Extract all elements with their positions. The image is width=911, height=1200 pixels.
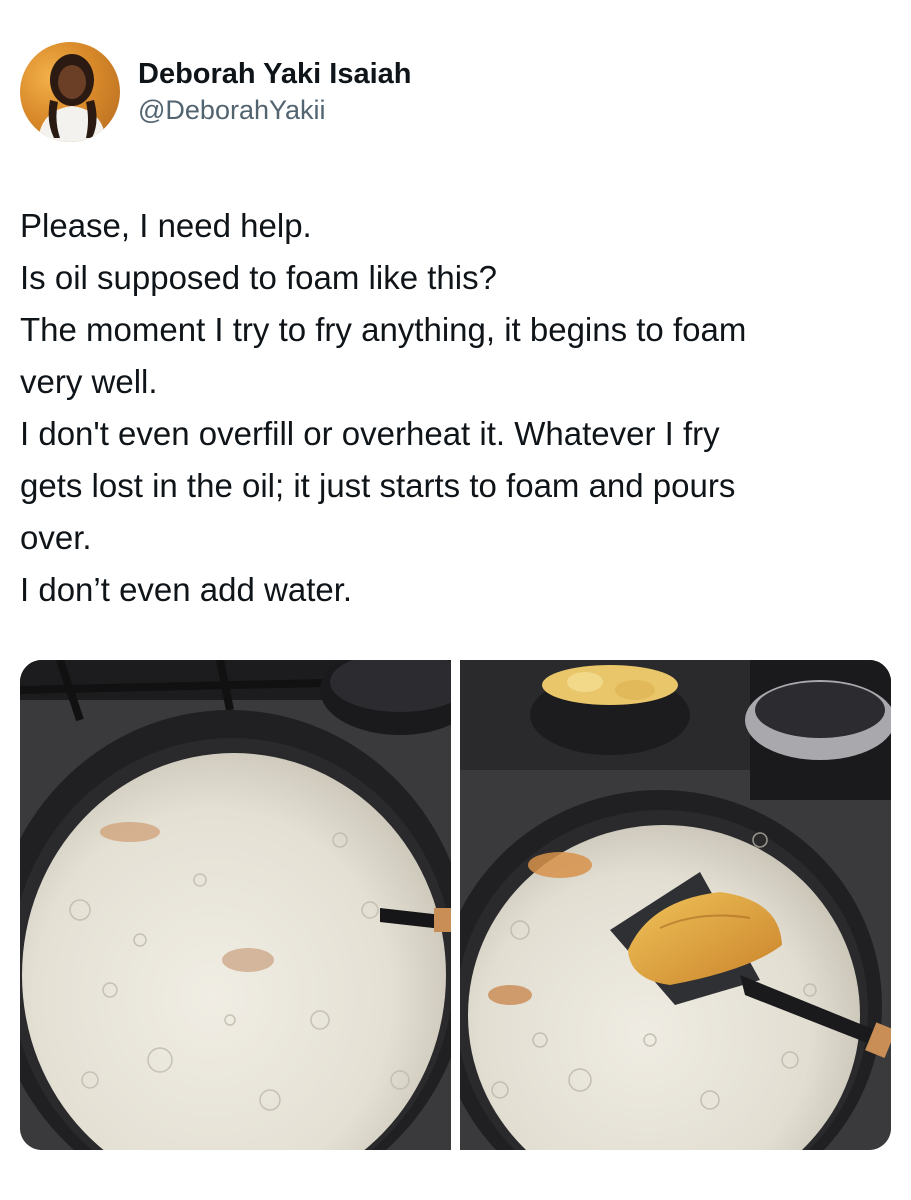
tweet-text-line: I don’t even add water.	[20, 571, 353, 608]
photo-foaming-pan-2[interactable]	[460, 660, 891, 1150]
tweet-text-line: Is oil supposed to foam like this?	[20, 259, 497, 296]
tweet-header: Deborah Yaki Isaiah @DeborahYakii	[20, 42, 412, 142]
tweet-text-line: I don't even overfill or overheat it. Wh…	[20, 415, 720, 452]
tweet-text-line: Please, I need help.	[20, 207, 312, 244]
tweet-text-line: The moment I try to fry anything, it beg…	[20, 311, 747, 348]
tweet-text-line: over.	[20, 519, 92, 556]
tweet-card: Deborah Yaki Isaiah @DeborahYakii Please…	[0, 0, 911, 1200]
tweet-text-line: gets lost in the oil; it just starts to …	[20, 467, 736, 504]
avatar[interactable]	[20, 42, 120, 142]
author-names: Deborah Yaki Isaiah @DeborahYakii	[138, 56, 412, 128]
display-name[interactable]: Deborah Yaki Isaiah	[138, 56, 412, 92]
user-handle[interactable]: @DeborahYakii	[138, 92, 412, 128]
media-grid	[20, 660, 891, 1150]
tweet-text: Please, I need help. Is oil supposed to …	[20, 200, 890, 616]
tweet-text-line: very well.	[20, 363, 158, 400]
photo-foaming-pan-1[interactable]	[20, 660, 451, 1150]
